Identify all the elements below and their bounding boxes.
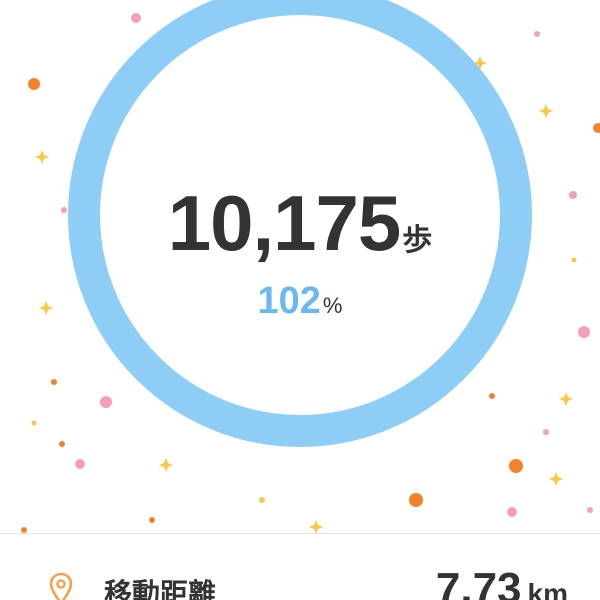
confetti-dot (149, 517, 155, 523)
daily-steps-hero: 10,175歩 102% (0, 0, 600, 533)
confetti-dot (543, 429, 549, 435)
confetti-sparkle (539, 104, 553, 118)
confetti-sparkle (309, 520, 323, 533)
step-counter-screen: 10,175歩 102% 移動距離 7.73 km (0, 0, 600, 600)
confetti-dot (28, 78, 40, 90)
goal-percentage: 102% (0, 280, 600, 323)
confetti-dot (534, 31, 540, 37)
distance-stat-row: 移動距離 7.73 km (0, 534, 600, 600)
confetti-sparkle (559, 392, 573, 406)
location-pin-icon (49, 572, 73, 600)
step-count: 10,175歩 (0, 178, 600, 269)
confetti-dot (409, 493, 423, 507)
distance-label: 移動距離 (104, 577, 217, 600)
confetti-dot (587, 507, 593, 513)
step-count-value: 10,175 (167, 179, 402, 267)
confetti-sparkle (35, 150, 49, 164)
step-count-unit: 歩 (402, 223, 433, 258)
confetti-dot (509, 459, 523, 473)
distance-reading: 7.73 km (436, 564, 568, 600)
confetti-sparkle (159, 458, 173, 472)
confetti-dot (75, 459, 85, 469)
confetti-dot (31, 420, 37, 426)
goal-percentage-value: 102 (257, 280, 321, 322)
distance-unit: km (527, 578, 568, 600)
distance-value: 7.73 (435, 564, 522, 600)
confetti-dot (593, 123, 600, 133)
confetti-sparkle (549, 472, 563, 486)
confetti-dot (59, 441, 65, 447)
confetti-dot (51, 379, 57, 385)
confetti-dot (578, 326, 590, 338)
confetti-dot (259, 497, 265, 503)
goal-percentage-unit: % (322, 293, 343, 318)
confetti-dot (507, 507, 517, 517)
